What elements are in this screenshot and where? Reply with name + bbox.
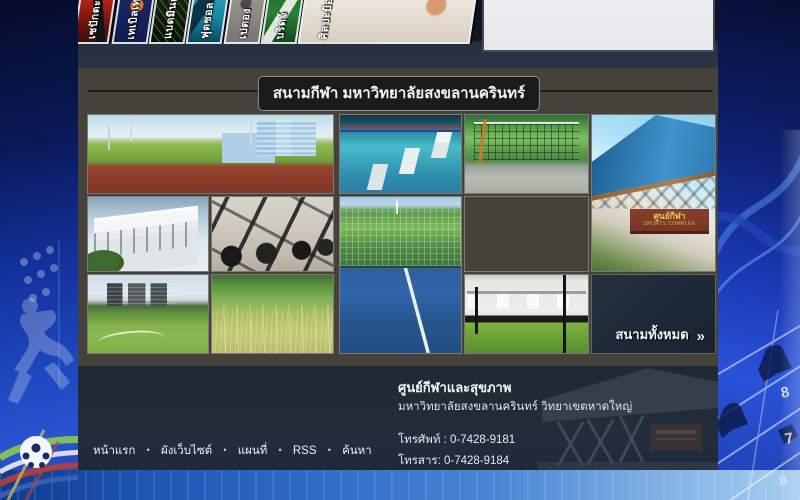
photo-swimming-pool[interactable] [340, 115, 461, 193]
footer-menu: หน้าแรก • ผังเว็บไซต์ • แผนที่ • RSS • ค… [93, 442, 372, 460]
sign-english-text: SPORTS COMPLEX [631, 221, 708, 227]
photo-sports-complex-building[interactable]: ศูนย์กีฬา SPORTS COMPLEX [592, 115, 715, 271]
bottom-blue-bar [0, 470, 800, 500]
tab-label: ศิลปะป้องกันตัว [314, 0, 342, 39]
bullet-separator: • [278, 445, 281, 455]
tab-label: เปตอง [234, 8, 256, 39]
tab-label: แบดมินตัน [159, 0, 184, 39]
sports-complex-sign: ศูนย์กีฬา SPORTS COMPLEX [630, 209, 709, 235]
all-venues-link[interactable]: สนามทั้งหมด » [592, 275, 715, 353]
photo-tennis-court[interactable] [340, 197, 461, 353]
menu-map[interactable]: แผนที่ [238, 445, 268, 457]
tab-label: เทเบิลเทนนิส [122, 0, 148, 39]
sports-center-page: 8 7 8 เซปักตะกร้อ เทเบิลเทนนิส แบดมินตัน… [0, 0, 800, 500]
menu-rss[interactable]: RSS [293, 445, 317, 457]
photo-volleyball-court[interactable] [465, 115, 588, 193]
fax-number: โทรสาร: 0-7428-9184 [398, 453, 632, 470]
tab-label: ฟุตซอล [196, 2, 218, 39]
top-right-panel [482, 0, 715, 52]
tab-label: บริดจ์ [271, 12, 292, 39]
bullet-separator: • [328, 445, 331, 455]
photo-field-with-buildings[interactable] [88, 275, 208, 353]
tab-martial-arts[interactable]: ศิลปะป้องกันตัว [298, 0, 485, 44]
bullet-separator: • [147, 445, 150, 455]
photo-spinning-bikes[interactable] [212, 197, 333, 271]
photo-shooting-range[interactable] [465, 275, 588, 353]
footer: ศูนย์กีฬาและสุขภาพ มหาวิทยาลัยสงขลานคริน… [78, 366, 718, 470]
all-venues-label: สนามทั้งหมด [615, 324, 688, 345]
contact-block: ศูนย์กีฬาและสุขภาพ มหาวิทยาลัยสงขลานคริน… [398, 378, 632, 470]
chevron-right-icon: » [697, 328, 705, 345]
photo-stadium-track-panorama[interactable] [88, 115, 333, 193]
menu-search[interactable]: ค้นหา [342, 445, 372, 457]
photo-grandstand-building[interactable] [88, 197, 208, 271]
menu-home[interactable]: หน้าแรก [93, 445, 135, 457]
phone-number: โทรศัพท์ : 0-7428-9181 [398, 432, 632, 449]
organization-name: ศูนย์กีฬาและสุขภาพ [398, 378, 632, 398]
bullet-separator: • [223, 445, 226, 455]
left-background-panel [0, 0, 78, 500]
section-title: สนามกีฬา มหาวิทยาลัยสงขลานครินทร์ [258, 76, 540, 111]
photo-grass-field[interactable] [212, 275, 333, 353]
tab-label: เซปักตะกร้อ [83, 0, 109, 39]
photo-petanque-balls[interactable] [465, 197, 588, 271]
menu-sitemap[interactable]: ผังเว็บไซต์ [161, 445, 212, 457]
sign-thai-text: ศูนย์กีฬา [631, 212, 708, 222]
university-name: มหาวิทยาลัยสงขลานครินทร์ วิทยาเขตหาดใหญ่ [398, 399, 632, 416]
right-background-panel [718, 0, 800, 500]
